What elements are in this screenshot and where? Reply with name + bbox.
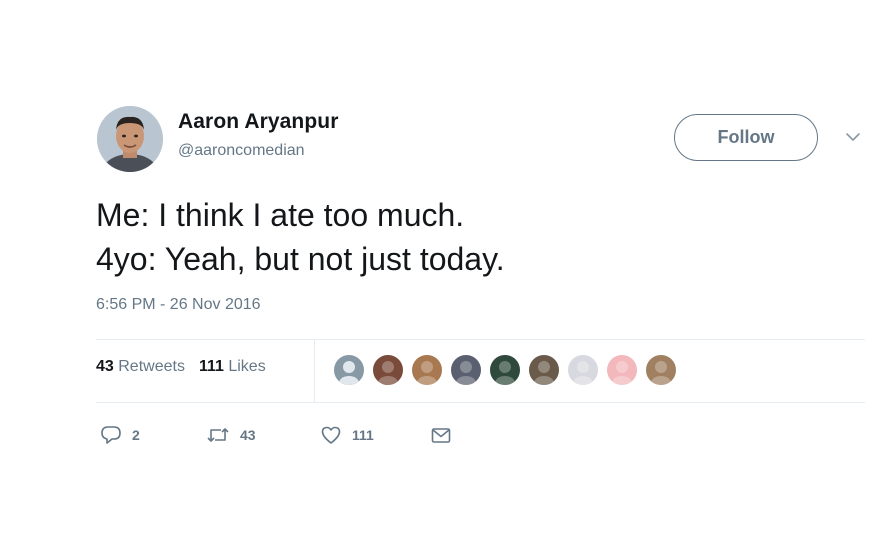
- stats-separator: [314, 340, 315, 402]
- user-avatar-icon: [612, 361, 632, 385]
- engagement-stats: 43 Retweets 111 Likes: [96, 358, 266, 376]
- reply-count: 2: [132, 427, 140, 443]
- liker-avatar[interactable]: [410, 353, 444, 387]
- liker-avatar[interactable]: [449, 353, 483, 387]
- author-name[interactable]: Aaron Aryanpur: [178, 110, 338, 134]
- liker-avatar[interactable]: [605, 353, 639, 387]
- heart-icon: [321, 426, 341, 444]
- author-handle[interactable]: @aaroncomedian: [178, 142, 305, 160]
- mail-icon: [431, 428, 451, 443]
- author-avatar[interactable]: [97, 106, 163, 172]
- divider-top: [96, 339, 865, 340]
- user-avatar-icon: [651, 361, 671, 385]
- user-avatar-icon: [378, 361, 398, 385]
- reply-button[interactable]: 2: [100, 425, 206, 445]
- likes-stat[interactable]: 111 Likes: [199, 358, 266, 376]
- user-avatar-icon: [534, 361, 554, 385]
- follow-button[interactable]: Follow: [674, 114, 818, 161]
- tweet-timestamp[interactable]: 6:56 PM - 26 Nov 2016: [96, 296, 261, 314]
- user-avatar-icon: [495, 361, 515, 385]
- retweet-button[interactable]: 43: [206, 425, 320, 445]
- person-avatar-icon: [97, 106, 163, 172]
- liker-avatar[interactable]: [566, 353, 600, 387]
- reply-icon: [101, 426, 121, 444]
- liker-avatar[interactable]: [644, 353, 678, 387]
- liker-avatar[interactable]: [371, 353, 405, 387]
- tweet-card: Aaron Aryanpur @aaroncomedian Follow Me:…: [0, 0, 890, 534]
- like-button[interactable]: 111: [320, 425, 430, 445]
- likes-label: Likes: [228, 358, 266, 375]
- default-avatar-icon: [339, 361, 359, 385]
- retweets-label: Retweets: [118, 358, 185, 375]
- direct-message-button[interactable]: [430, 425, 452, 445]
- user-avatar-icon: [456, 361, 476, 385]
- tweet-actions: 2 43 111: [100, 423, 452, 447]
- retweet-icon: [207, 428, 229, 442]
- divider-bottom: [96, 402, 865, 403]
- retweets-stat[interactable]: 43 Retweets: [96, 358, 185, 376]
- likes-count: 111: [198, 358, 224, 375]
- user-avatar-icon: [573, 361, 593, 385]
- user-avatar-icon: [417, 361, 437, 385]
- liker-avatar[interactable]: [488, 353, 522, 387]
- liker-avatar[interactable]: [527, 353, 561, 387]
- liker-avatar[interactable]: [332, 353, 366, 387]
- retweet-count: 43: [240, 427, 256, 443]
- tweet-text: Me: I think I ate too much. 4yo: Yeah, b…: [96, 197, 505, 277]
- more-options-button[interactable]: [845, 130, 861, 142]
- retweets-count: 43: [96, 358, 114, 375]
- chevron-down-icon: [846, 133, 860, 142]
- like-count: 111: [352, 427, 374, 443]
- liker-avatars: [332, 353, 678, 387]
